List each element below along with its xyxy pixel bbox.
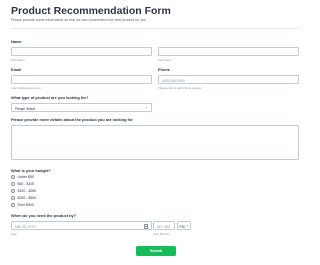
page-title: Product Recommendation Form	[11, 5, 171, 17]
budget-option-over-500[interactable]: Over $500	[11, 202, 34, 207]
budget-label: What is your budget?	[11, 168, 51, 173]
product-type-select[interactable]: Please Select ⌄	[11, 103, 152, 112]
last-name-sublabel: Last Name	[158, 58, 172, 62]
date-input[interactable]: MM-DD-YYYY	[11, 221, 152, 230]
header-divider	[11, 28, 299, 29]
product-type-label: What type of product are you looking for…	[11, 95, 89, 100]
radio-button[interactable]	[11, 181, 15, 186]
date-sublabel: Date	[11, 232, 17, 236]
phone-placeholder: (000) 000-0000	[162, 78, 185, 83]
page-subtitle: Please provide some information so that …	[11, 18, 148, 22]
radio-button[interactable]	[11, 202, 15, 207]
time-placeholder: HH : MM	[157, 224, 171, 229]
budget-option-label: $50 - $100	[17, 181, 35, 186]
radio-button[interactable]	[11, 188, 15, 193]
date-placeholder: MM-DD-YYYY	[15, 224, 37, 229]
details-label: Please provide more details about the pr…	[11, 117, 134, 122]
first-name-input[interactable]	[11, 47, 152, 56]
chevron-down-icon: ⌄	[185, 223, 189, 228]
time-sublabel: Hour Minutes	[153, 232, 170, 236]
need-date-label: When do you need the product by?	[11, 213, 77, 218]
radio-button[interactable]	[11, 195, 15, 200]
budget-option-label: $250 - $500	[17, 195, 37, 200]
submit-button[interactable]: Submit	[136, 246, 176, 256]
budget-option-label: Over $500	[17, 202, 34, 207]
budget-option-label: $100 - $250	[17, 188, 37, 193]
ampm-select[interactable]: PM ⌄	[177, 221, 191, 230]
details-textarea[interactable]	[11, 125, 299, 160]
radio-button[interactable]	[11, 174, 15, 179]
ampm-selected: PM	[179, 224, 185, 229]
product-type-selected: Please Select	[15, 106, 36, 111]
phone-field[interactable]: (000) 000-0000	[158, 75, 299, 84]
budget-option-label: Under $50	[17, 174, 34, 179]
budget-option-50-100[interactable]: $50 - $100	[11, 181, 34, 186]
phone-sublabel: Please enter a valid phone number.	[158, 86, 203, 90]
email-sublabel: example@example.com	[11, 86, 42, 90]
email-field[interactable]	[11, 75, 152, 84]
calendar-icon[interactable]	[143, 224, 148, 229]
email-label: Email	[11, 67, 22, 72]
chevron-down-icon: ⌄	[145, 105, 148, 110]
budget-option-250-500[interactable]: $250 - $500	[11, 195, 36, 200]
time-input[interactable]: HH : MM	[153, 221, 175, 230]
name-label: Name	[11, 39, 22, 44]
budget-option-100-250[interactable]: $100 - $250	[11, 188, 36, 193]
phone-label: Phone	[158, 67, 170, 72]
first-name-sublabel: First Name	[11, 58, 25, 62]
last-name-input[interactable]	[158, 47, 299, 56]
budget-option-under-50[interactable]: Under $50	[11, 174, 34, 179]
